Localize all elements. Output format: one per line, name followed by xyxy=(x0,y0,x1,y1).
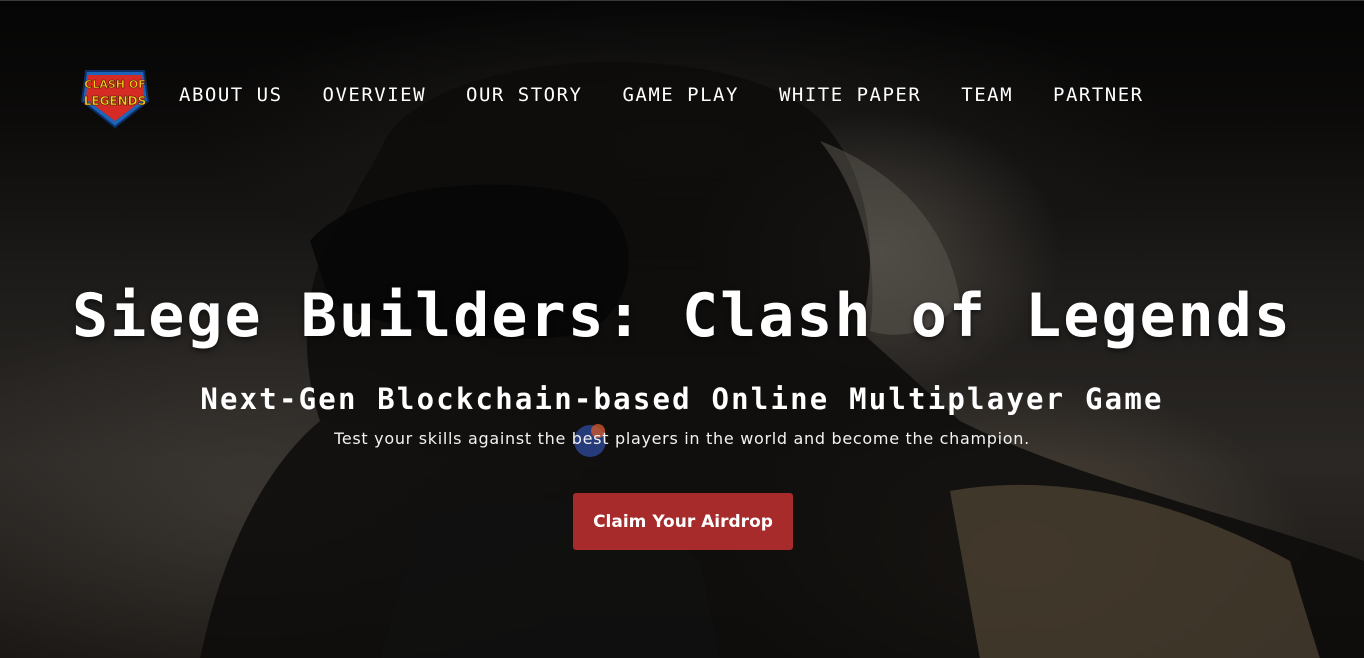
hero-section: CLASH OF LEGENDS ABOUT US OVERVIEW OUR S… xyxy=(0,0,1364,658)
hero-title: Siege Builders: Clash of Legends xyxy=(72,281,1292,351)
hero-subtitle: Next-Gen Blockchain-based Online Multipl… xyxy=(200,382,1164,416)
svg-text:CLASH OF: CLASH OF xyxy=(84,78,145,91)
hero-tagline: Test your skills against the best player… xyxy=(334,429,1030,448)
nav-link-game-play[interactable]: GAME PLAY xyxy=(622,84,738,106)
svg-text:LEGENDS: LEGENDS xyxy=(84,94,147,108)
nav-link-our-story[interactable]: OUR STORY xyxy=(466,84,582,106)
nav-link-about-us[interactable]: ABOUT US xyxy=(179,84,283,106)
top-navigation: CLASH OF LEGENDS ABOUT US OVERVIEW OUR S… xyxy=(78,61,1184,129)
clash-of-legends-logo[interactable]: CLASH OF LEGENDS xyxy=(78,61,152,129)
claim-airdrop-button[interactable]: Claim Your Airdrop xyxy=(573,493,793,550)
nav-link-partner[interactable]: PARTNER xyxy=(1053,84,1144,106)
nav-link-white-paper[interactable]: WHITE PAPER xyxy=(779,84,921,106)
nav-links: ABOUT US OVERVIEW OUR STORY GAME PLAY WH… xyxy=(179,84,1184,106)
nav-link-team[interactable]: TEAM xyxy=(961,84,1013,106)
nav-link-overview[interactable]: OVERVIEW xyxy=(323,84,427,106)
